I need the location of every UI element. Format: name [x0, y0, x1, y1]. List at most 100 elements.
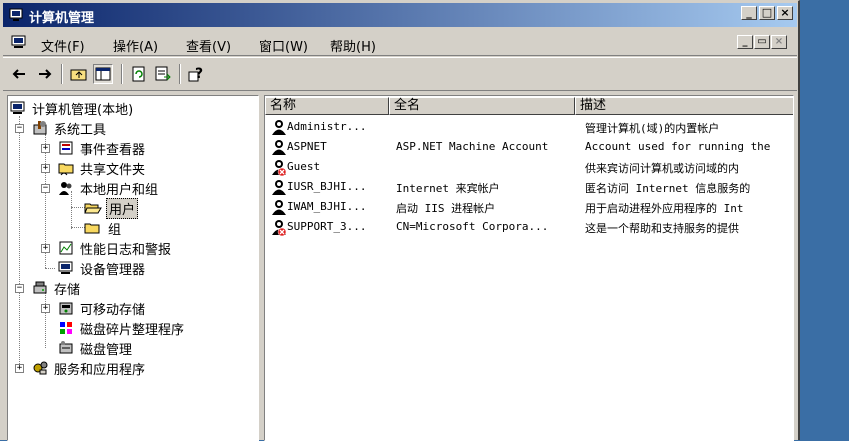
user-name: SUPPORT_3... — [287, 220, 367, 233]
toolbar-separator — [121, 64, 123, 84]
tree-label: 磁盘管理 — [80, 342, 133, 358]
menu-file[interactable]: 文件(F) — [41, 36, 85, 55]
user-full-name: ASP.NET Machine Account — [396, 140, 549, 153]
tree-node-root[interactable]: 计算机管理(本地) — [10, 99, 135, 118]
users-groups-icon — [58, 180, 74, 196]
minimize-button[interactable]: _ — [741, 6, 757, 20]
user-row[interactable]: Administr... 管理计算机(域)的内置帐户 — [265, 117, 793, 139]
child-close-button[interactable]: × — [771, 35, 787, 49]
child-restore-button[interactable]: ▭ — [754, 35, 770, 49]
users-list-view[interactable]: 名称 全名 描述 Administr... 管理计算机(域)的内置帐户 ASPNET… — [264, 95, 794, 441]
tree-label: 事件查看器 — [80, 142, 146, 158]
tree-node-device-manager[interactable]: 设备管理器 — [58, 259, 147, 278]
tree-label: 性能日志和警报 — [80, 242, 172, 258]
collapse-icon[interactable]: − — [15, 124, 24, 133]
column-header-name[interactable]: 名称 — [265, 97, 389, 115]
help-icon[interactable]: ? — [187, 64, 207, 84]
title-bar[interactable]: 计算机管理 _ □ × — [3, 3, 797, 27]
close-button[interactable]: × — [777, 6, 793, 20]
tree-label: 设备管理器 — [80, 262, 146, 278]
disabled-user-icon — [271, 219, 287, 239]
disk-management-icon — [58, 340, 74, 356]
disabled-user-icon — [271, 159, 287, 179]
tree-label: 系统工具 — [54, 122, 107, 138]
expand-icon[interactable]: + — [41, 304, 50, 313]
folder-icon — [84, 220, 102, 236]
tree-node-removable-storage[interactable]: 可移动存储 — [58, 299, 147, 318]
tree-label: 可移动存储 — [80, 302, 146, 318]
menu-action[interactable]: 操作(A) — [113, 36, 158, 55]
refresh-icon[interactable] — [129, 64, 149, 84]
column-header-full-name[interactable]: 全名 — [389, 97, 575, 115]
user-row[interactable]: ASPNET ASP.NET Machine Account Account use… — [265, 137, 793, 159]
menu-help[interactable]: 帮助(H) — [330, 36, 376, 55]
desktop-background — [800, 0, 849, 440]
tree-node-perf-logs[interactable]: 性能日志和警报 — [58, 239, 173, 258]
user-row[interactable]: SUPPORT_3... CN=Microsoft Corpora... 这是一个帮… — [265, 217, 793, 239]
tree-label: 用户 — [106, 197, 139, 219]
user-description: 管理计算机(域)的内置帐户 — [585, 122, 720, 135]
forward-icon[interactable] — [35, 64, 55, 84]
user-row[interactable]: IUSR_BJHI... Internet 来宾帐户 匿名访问 Internet 信… — [265, 177, 793, 199]
user-description: 这是一个帮助和支持服务的提供 — [585, 222, 739, 235]
user-name: IUSR_BJHI... — [287, 180, 367, 193]
device-manager-icon — [58, 261, 74, 275]
tree-node-event-viewer[interactable]: 事件查看器 — [58, 139, 147, 158]
tree-node-shared-folders[interactable]: 共享文件夹 — [58, 159, 147, 178]
console-tree[interactable]: 计算机管理(本地) − 系统工具 + 事件查看器 + 共享文件夹 − 本地用户和… — [7, 95, 259, 441]
user-name: Administr... — [287, 120, 367, 133]
user-description: 匿名访问 Internet 信息服务的 — [585, 182, 751, 195]
tree-label: 计算机管理(本地) — [32, 102, 134, 118]
svg-text:?: ? — [195, 66, 203, 82]
user-description: 供来宾访问计算机或访问域的内 — [585, 162, 739, 175]
tree-node-users[interactable]: 用户 — [84, 197, 139, 219]
window-title: 计算机管理 — [29, 11, 95, 26]
menu-view[interactable]: 查看(V) — [186, 36, 231, 55]
tree-node-local-users-groups[interactable]: 本地用户和组 — [58, 179, 160, 198]
tree-node-storage[interactable]: 存储 — [32, 279, 82, 298]
shared-folder-icon — [58, 160, 74, 176]
show-tree-icon[interactable] — [93, 64, 113, 84]
menu-window[interactable]: 窗口(W) — [259, 36, 308, 55]
computer-management-icon — [9, 8, 23, 26]
expand-icon[interactable]: + — [15, 364, 24, 373]
user-name: IWAM_BJHI... — [287, 200, 367, 213]
collapse-icon[interactable]: − — [15, 284, 24, 293]
user-icon — [271, 179, 287, 199]
tree-node-system-tools[interactable]: 系统工具 — [32, 119, 108, 138]
computer-management-window: 计算机管理 _ □ × 文件(F) 操作(A) 查看(V) 窗口(W) 帮助(H… — [0, 0, 800, 441]
user-row[interactable]: Guest 供来宾访问计算机或访问域的内 — [265, 157, 793, 179]
back-icon[interactable] — [9, 64, 29, 84]
tree-node-services-apps[interactable]: 服务和应用程序 — [32, 359, 147, 378]
removable-storage-icon — [58, 300, 74, 316]
expand-icon[interactable]: + — [41, 244, 50, 253]
expand-icon[interactable]: + — [41, 164, 50, 173]
menu-bar: 文件(F) 操作(A) 查看(V) 窗口(W) 帮助(H) _ ▭ × — [3, 29, 797, 56]
export-list-icon[interactable] — [153, 64, 173, 84]
user-full-name: 启动 IIS 进程帐户 — [396, 202, 496, 215]
up-folder-icon[interactable] — [69, 64, 89, 84]
system-tools-icon — [32, 120, 48, 136]
tree-label: 服务和应用程序 — [54, 362, 146, 378]
toolbar: ? — [3, 57, 797, 91]
column-header-description[interactable]: 描述 — [575, 97, 793, 115]
console-icon[interactable] — [11, 35, 27, 52]
tree-label: 磁盘碎片整理程序 — [80, 322, 185, 338]
tree-node-groups[interactable]: 组 — [84, 219, 123, 238]
defrag-icon — [58, 320, 74, 336]
expand-icon[interactable]: + — [41, 144, 50, 153]
folder-open-icon — [84, 200, 102, 216]
tree-node-disk-mgmt[interactable]: 磁盘管理 — [58, 339, 134, 358]
maximize-button[interactable]: □ — [759, 6, 775, 20]
collapse-icon[interactable]: − — [41, 184, 50, 193]
user-row[interactable]: IWAM_BJHI... 启动 IIS 进程帐户 用于启动进程外应用程序的 Int — [265, 197, 793, 219]
child-minimize-button[interactable]: _ — [737, 35, 753, 49]
user-icon — [271, 119, 287, 139]
user-icon — [271, 139, 287, 159]
user-description: 用于启动进程外应用程序的 Int — [585, 202, 744, 215]
computer-icon — [10, 101, 26, 115]
tree-node-defrag[interactable]: 磁盘碎片整理程序 — [58, 319, 186, 338]
user-icon — [271, 199, 287, 219]
performance-icon — [58, 240, 74, 256]
tree-label: 存储 — [54, 282, 81, 298]
